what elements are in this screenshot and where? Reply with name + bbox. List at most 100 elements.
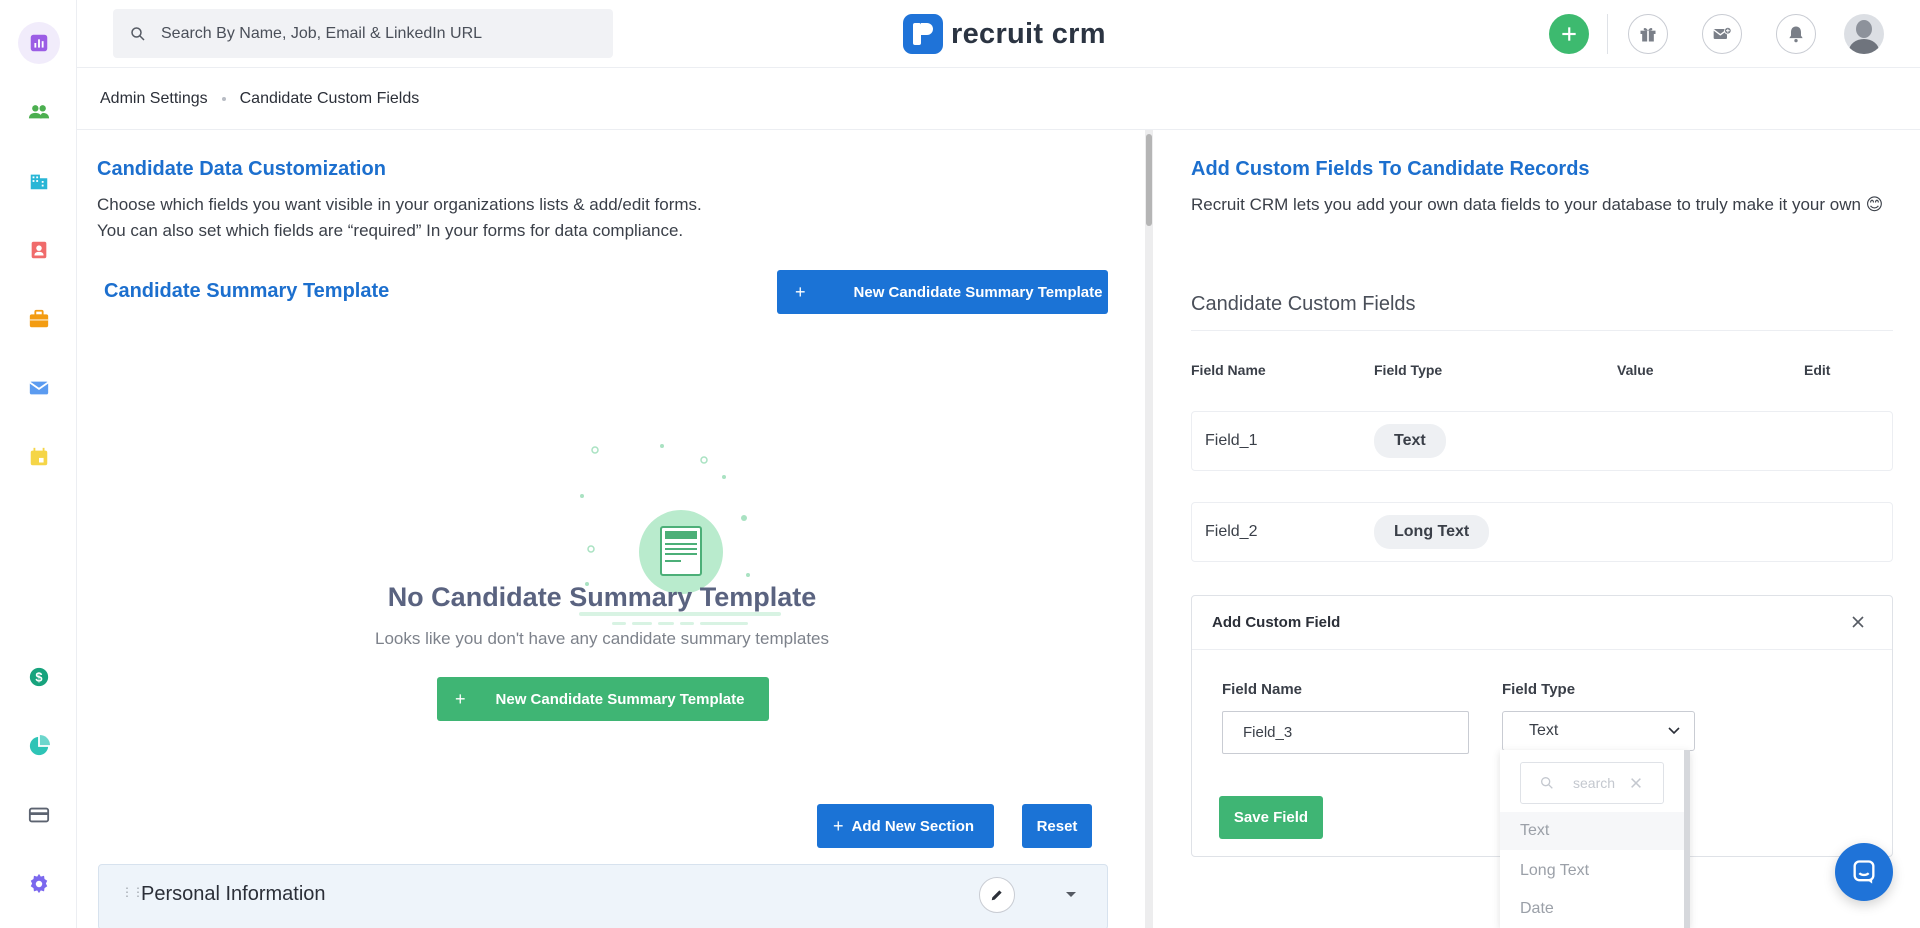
column-field-name: Field Name	[1191, 362, 1266, 378]
row-field-name: Field_2	[1205, 523, 1258, 540]
add-custom-field-title: Add Custom Field	[1192, 596, 1892, 650]
section-personal-information[interactable]: ⋮⋮ Personal Information	[98, 864, 1108, 928]
summary-template-title: Candidate Summary Template	[104, 280, 390, 302]
custom-fields-description: Recruit CRM lets you add your own data f…	[1191, 192, 1896, 218]
calendar-icon	[30, 447, 48, 466]
topbar-divider	[1607, 14, 1608, 54]
breadcrumb: Admin Settings Candidate Custom Fields	[77, 68, 1920, 130]
chevron-down-icon	[1668, 727, 1680, 735]
dropdown-option-date[interactable]: Date	[1500, 890, 1684, 928]
dropdown-option-text[interactable]: Text	[1500, 812, 1684, 850]
plus-icon: +	[455, 688, 466, 709]
sidebar-item-calendar[interactable]	[25, 443, 53, 471]
add-icon	[1562, 27, 1576, 41]
top-actions	[1549, 14, 1920, 54]
field-type-dropdown: search Text Long Text Date	[1500, 750, 1690, 928]
column-field-type: Field Type	[1374, 362, 1443, 378]
close-icon[interactable]	[1850, 614, 1866, 630]
global-search[interactable]	[113, 9, 613, 58]
svg-text:$: $	[35, 670, 42, 685]
row-field-type-badge: Text	[1374, 424, 1446, 458]
caret-down-icon[interactable]	[1065, 891, 1077, 899]
compose-mail-button[interactable]	[1702, 14, 1742, 54]
drag-handle-icon[interactable]: ⋮⋮	[121, 885, 144, 899]
field-type-selected: Text	[1529, 722, 1559, 739]
sidebar-item-jobs[interactable]	[25, 305, 53, 333]
description-line-1: Choose which fields you want visible in …	[97, 195, 702, 214]
chat-launcher-button[interactable]	[1835, 843, 1893, 901]
sidebar-item-settings[interactable]	[25, 870, 53, 898]
empty-state-subtitle: Looks like you don't have any candidate …	[375, 629, 829, 648]
sidebar: $	[0, 0, 77, 928]
mail-plus-icon	[1713, 26, 1732, 39]
column-edit: Edit	[1804, 362, 1831, 378]
sidebar-item-analytics[interactable]	[25, 732, 53, 760]
companies-icon	[30, 174, 48, 190]
description-text: Recruit CRM lets you add your own data f…	[1191, 195, 1861, 214]
search-input[interactable]	[161, 24, 581, 43]
new-summary-template-button[interactable]: + New Candidate Summary Template	[777, 270, 1108, 314]
billing-icon: $	[29, 667, 49, 687]
section-title: Candidate Custom Fields	[1191, 293, 1416, 315]
brand-logo[interactable]: recruit crm	[903, 14, 1106, 54]
left-scrollbar-track[interactable]	[1145, 130, 1153, 928]
empty-state-title: No Candidate Summary Template	[387, 582, 817, 612]
sidebar-item-reports[interactable]	[18, 22, 60, 64]
left-panel: Candidate Data Customization Choose whic…	[77, 130, 1147, 928]
field-type-select[interactable]: Text	[1502, 711, 1695, 751]
row-field-name: Field_1	[1205, 432, 1258, 449]
section-divider	[1191, 330, 1893, 331]
field-name-input[interactable]	[1222, 711, 1469, 754]
topbar: recruit crm	[77, 0, 1920, 68]
sidebar-item-card[interactable]	[25, 801, 53, 829]
row-field-type-badge: Long Text	[1374, 515, 1490, 549]
sidebar-item-candidates[interactable]	[25, 98, 53, 126]
customization-description: Choose which fields you want visible in …	[97, 192, 702, 244]
empty-new-template-button[interactable]: + New Candidate Summary Template	[437, 677, 769, 721]
reports-icon	[30, 34, 48, 52]
avatar[interactable]	[1844, 14, 1884, 54]
gift-icon	[1640, 28, 1656, 42]
custom-fields-title: Add Custom Fields To Candidate Records	[1191, 158, 1590, 180]
pencil-icon	[991, 890, 1002, 901]
field-name-label: Field Name	[1222, 681, 1303, 698]
save-field-button[interactable]: Save Field	[1219, 796, 1323, 839]
plus-icon: +	[833, 815, 844, 836]
logo-mark-icon	[903, 14, 943, 54]
notifications-button[interactable]	[1776, 14, 1816, 54]
settings-icon	[30, 873, 48, 894]
email-icon	[29, 381, 49, 395]
sidebar-item-companies[interactable]	[25, 167, 53, 195]
dropdown-option-long-text[interactable]: Long Text	[1500, 852, 1684, 890]
search-icon	[1541, 777, 1553, 789]
dropdown-search-placeholder: search	[1573, 775, 1616, 791]
table-row[interactable]: Field_1 Text	[1191, 411, 1893, 471]
dropdown-scrollbar[interactable]	[1684, 750, 1690, 928]
add-new-section-label: Add New Section	[851, 817, 975, 835]
sidebar-item-email[interactable]	[25, 374, 53, 402]
empty-new-template-label: New Candidate Summary Template	[495, 690, 745, 708]
reset-button[interactable]: Reset	[1022, 804, 1092, 848]
search-icon	[131, 26, 145, 41]
section-name: Personal Information	[141, 883, 326, 905]
left-scrollbar-thumb[interactable]	[1146, 134, 1152, 226]
breadcrumb-separator	[221, 96, 226, 101]
breadcrumb-current: Candidate Custom Fields	[239, 89, 420, 107]
clear-icon[interactable]	[1629, 776, 1643, 790]
jobs-icon	[29, 309, 49, 328]
description-line-2: You can also set which fields are “requi…	[97, 221, 684, 240]
sidebar-item-contacts[interactable]	[25, 236, 53, 264]
quick-add-button[interactable]	[1549, 14, 1589, 54]
add-new-section-button[interactable]: + Add New Section	[817, 804, 994, 848]
table-row[interactable]: Field_2 Long Text	[1191, 502, 1893, 562]
new-summary-template-label: New Candidate Summary Template	[853, 283, 1103, 301]
edit-section-button[interactable]	[979, 877, 1015, 913]
field-type-label: Field Type	[1502, 681, 1576, 698]
gift-button[interactable]	[1628, 14, 1668, 54]
breadcrumb-root[interactable]: Admin Settings	[100, 90, 208, 108]
smile-emoji-icon: 😊	[1865, 195, 1884, 214]
column-value: Value	[1617, 362, 1654, 378]
chat-icon	[1853, 860, 1875, 884]
sidebar-item-billing[interactable]: $	[25, 663, 53, 691]
dropdown-search[interactable]: search	[1520, 762, 1664, 804]
